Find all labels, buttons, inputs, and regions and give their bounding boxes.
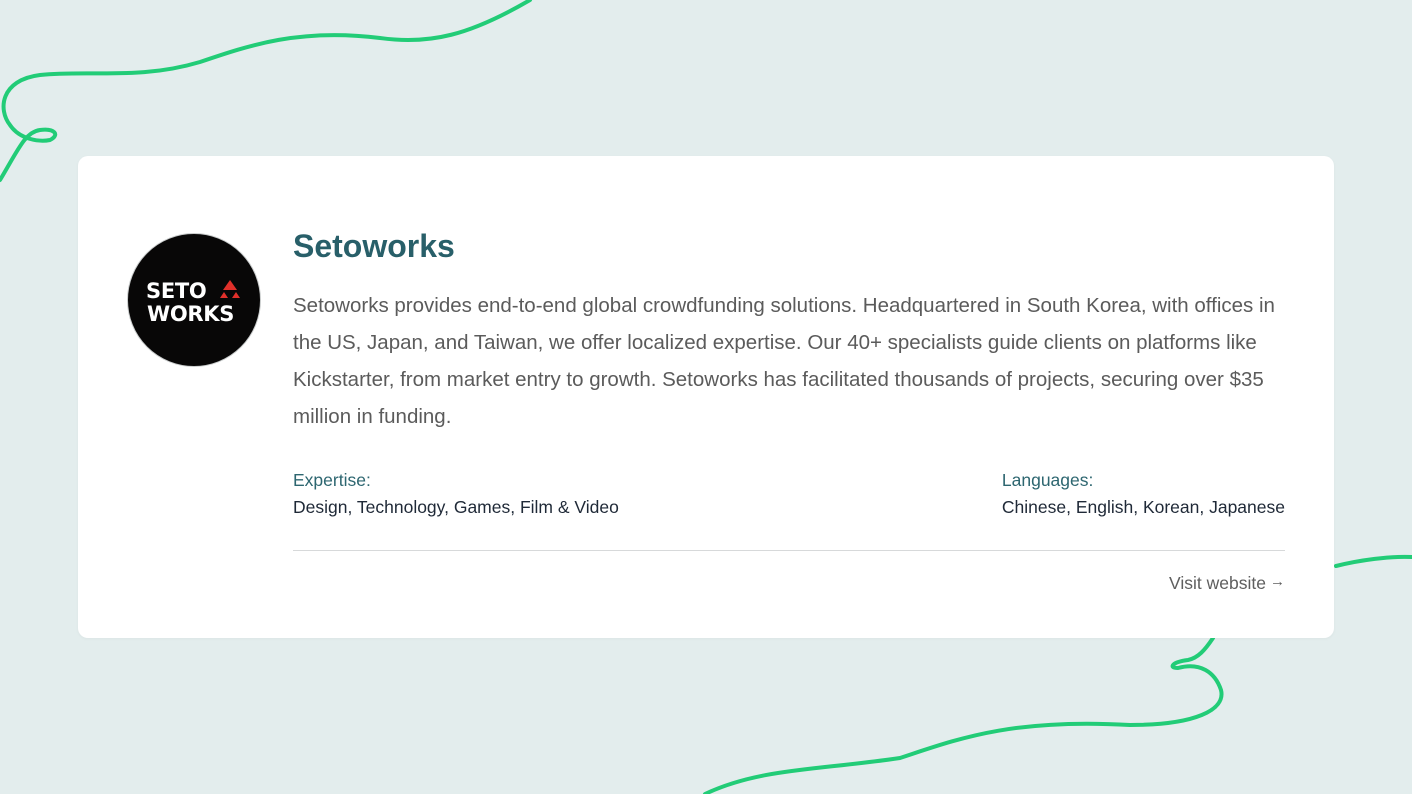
logo-line-1: SETO bbox=[146, 279, 207, 303]
company-logo: SETO WORKS bbox=[127, 233, 261, 367]
expertise-value: Design, Technology, Games, Film & Video bbox=[293, 497, 619, 517]
card-footer: Visit website → bbox=[293, 572, 1285, 596]
languages-label: Languages: bbox=[1001, 470, 1094, 490]
arrow-right-icon: → bbox=[1270, 573, 1285, 590]
visit-website-link[interactable]: Visit website → bbox=[1169, 573, 1285, 593]
logo-line-2: WORKS bbox=[147, 302, 235, 326]
company-meta: Expertise: Design, Technology, Games, Fi… bbox=[293, 469, 1285, 521]
divider bbox=[293, 550, 1285, 551]
card-content: Setoworks Setoworks provides end-to-end … bbox=[293, 224, 1285, 596]
logo-wordmark: SETO WORKS bbox=[128, 280, 260, 326]
languages-value: Chinese, English, Korean, Japanese bbox=[1001, 497, 1285, 517]
company-card: SETO WORKS Setoworks Setoworks provides … bbox=[78, 156, 1334, 638]
visit-website-label: Visit website bbox=[1169, 573, 1266, 593]
company-name: Setoworks bbox=[293, 228, 455, 264]
company-description: Setoworks provides end-to-end global cro… bbox=[293, 294, 1275, 428]
squiggle-top-left bbox=[0, 0, 532, 182]
expertise-section: Expertise: Design, Technology, Games, Fi… bbox=[293, 469, 619, 518]
languages-section: Languages: Chinese, English, Korean, Jap… bbox=[1002, 469, 1285, 518]
expertise-label: Expertise: bbox=[293, 470, 371, 490]
